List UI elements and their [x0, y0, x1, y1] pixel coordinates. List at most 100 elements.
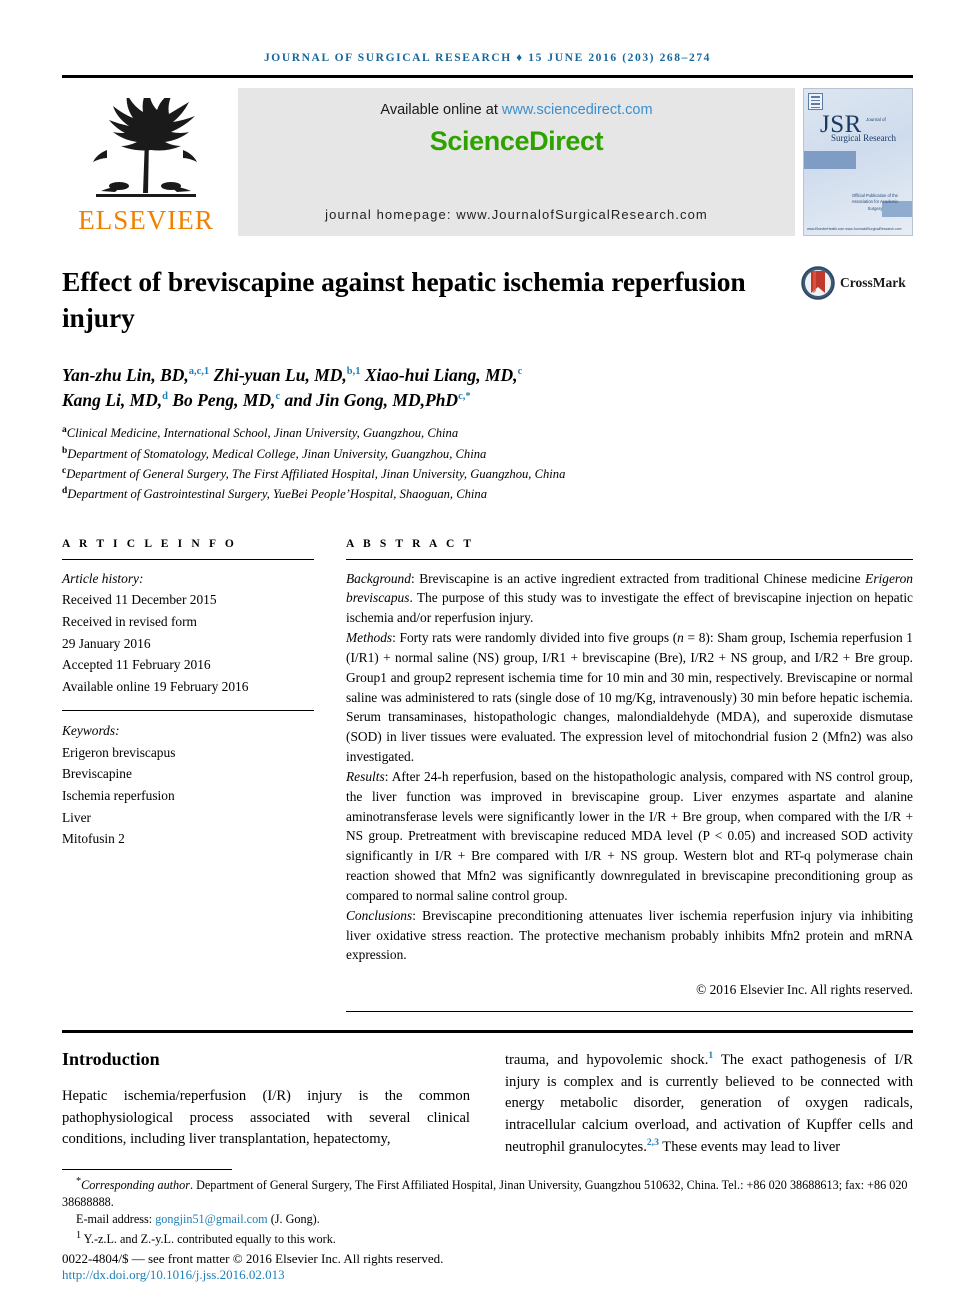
affiliation-d: dDepartment of Gastrointestinal Surgery,… — [62, 484, 913, 504]
available-online-text: Available online at — [380, 102, 502, 118]
elsevier-tree-icon — [93, 98, 197, 197]
running-head: Journal of Surgical Research ♦ 15 June 2… — [263, 52, 712, 64]
keyword-2: Ischemia reperfusion — [62, 787, 175, 803]
abstract-background-text-a: : Breviscapine is an active ingredient e… — [410, 570, 866, 586]
footnote-rule — [62, 1168, 232, 1170]
doi-link[interactable]: http://dx.doi.org/10.1016/j.jss.2016.02.… — [62, 1267, 285, 1282]
affiliation-a: aClinical Medicine, International School… — [62, 423, 913, 443]
body-columns: Introduction Hepatic ischemia/reperfusio… — [62, 1049, 913, 1159]
abstract-methods-text-b: = 8): Sham group, Ischemia reperfusion 1… — [346, 630, 913, 765]
email-link[interactable]: gongjin51@gmail.com — [155, 1212, 267, 1226]
footnotes: *Corresponding author. Department of Gen… — [62, 1168, 913, 1283]
title-row: Effect of breviscapine against hepatic i… — [62, 264, 913, 337]
article-history-label: Article history: — [62, 570, 144, 586]
crossmark-icon — [801, 266, 835, 300]
available-online-line: Available online at www.sciencedirect.co… — [238, 88, 795, 118]
keywords-rule — [62, 709, 314, 711]
page-title: Effect of breviscapine against hepatic i… — [62, 266, 746, 334]
abstract-body: Background: Breviscapine is an active in… — [346, 560, 913, 966]
abstract-copyright: © 2016 Elsevier Inc. All rights reserved… — [696, 982, 913, 998]
elsevier-wordmark: ELSEVIER — [78, 205, 214, 235]
abstract-background-label: Background — [346, 570, 411, 586]
author-1-sup: a,c,1 — [188, 365, 210, 377]
footnote-email: E-mail address: gongjin51@gmail.com (J. … — [62, 1211, 913, 1228]
cover-bar-left — [804, 151, 856, 169]
introduction-paragraph-right: trauma, and hypovolemic shock.1 The exac… — [505, 1049, 913, 1159]
author-6: and Jin Gong, MD,PhD — [280, 389, 459, 410]
abstract-conclusions-text: : Breviscapine preconditioning attenuate… — [346, 907, 913, 963]
author-1: Yan-zhu Lin, BD, — [62, 364, 189, 385]
cover-note: Official Publication of the Association … — [851, 193, 899, 211]
abstract-methods: Methods: Forty rats were randomly divide… — [346, 628, 913, 767]
author-2: Zhi-yuan Lu, MD, — [209, 364, 347, 385]
abstract-conclusions: Conclusions: Breviscapine preconditionin… — [346, 906, 913, 965]
keywords-block: Keywords: Erigeron breviscapus Breviscap… — [62, 720, 314, 850]
affiliation-c: cDepartment of General Surgery, The Firs… — [62, 464, 913, 484]
email-label: E-mail address: — [76, 1212, 156, 1227]
article-history: Article history: Received 11 December 20… — [62, 560, 314, 698]
author-4: Kang Li, MD, — [62, 389, 163, 410]
author-6-sup: c,* — [458, 391, 471, 403]
info-abstract-columns: A R T I C L E I N F O Article history: R… — [62, 538, 913, 1013]
keyword-4: Mitofusin 2 — [62, 831, 125, 847]
article-info-heading: A R T I C L E I N F O — [62, 537, 237, 550]
body-top-rule — [62, 1030, 913, 1034]
author-list: Yan-zhu Lin, BD,a,c,1 Zhi-yuan Lu, MD,b,… — [62, 363, 913, 414]
email-suffix: (J. Gong). — [267, 1212, 320, 1227]
corresponding-label: Corresponding author — [81, 1177, 190, 1192]
history-item-2: 29 January 2016 — [62, 635, 151, 651]
publisher-band: ELSEVIER Available online at www.science… — [62, 88, 913, 236]
affiliation-a-text: Clinical Medicine, International School,… — [66, 426, 459, 441]
footnote-corresponding: *Corresponding author. Department of Gen… — [62, 1175, 913, 1212]
issn-line: 0022-4804/$ — see front matter © 2016 El… — [62, 1251, 444, 1266]
affiliation-d-text: Department of Gastrointestinal Surgery, … — [67, 487, 488, 502]
author-5: Bo Peng, MD, — [168, 389, 276, 410]
abstract-methods-text-a: : Forty rats were randomly divided into … — [392, 630, 678, 646]
sciencedirect-banner: Available online at www.sciencedirect.co… — [238, 88, 795, 236]
column-gap — [314, 538, 346, 1013]
doi-line: http://dx.doi.org/10.1016/j.jss.2016.02.… — [62, 1267, 913, 1283]
body-column-left: Introduction Hepatic ischemia/reperfusio… — [62, 1049, 470, 1159]
body-column-gap — [470, 1049, 505, 1159]
cover-subtitle-2: Surgical Research — [831, 133, 897, 143]
author-2-sup: b,1 — [346, 365, 361, 377]
keyword-3: Liver — [62, 809, 91, 825]
author-3-sup: c — [517, 365, 523, 377]
history-item-1: Received in revised form — [62, 614, 197, 630]
affiliation-c-text: Department of General Surgery, The First… — [66, 467, 566, 482]
cover-stamp-icon — [808, 93, 823, 110]
affiliations: aClinical Medicine, International School… — [62, 423, 913, 504]
affiliation-b-text: Department of Stomatology, Medical Colle… — [67, 446, 487, 461]
history-item-4: Available online 19 February 2016 — [62, 679, 249, 695]
history-item-3: Accepted 11 February 2016 — [62, 657, 211, 673]
affiliation-b: bDepartment of Stomatology, Medical Coll… — [62, 444, 913, 464]
cover-footer: www.ElsevierHealth.com www.JournalofSurg… — [807, 226, 902, 231]
elsevier-logo: ELSEVIER — [62, 88, 230, 236]
abstract-background: Background: Breviscapine is an active in… — [346, 569, 913, 628]
author-3: Xiao-hui Liang, MD, — [360, 364, 518, 385]
intro-right-a: trauma, and hypovolemic shock. — [505, 1052, 709, 1069]
keyword-1: Breviscapine — [62, 766, 132, 782]
abstract-methods-label: Methods — [346, 630, 393, 646]
crossmark-badge[interactable]: CrossMark — [801, 264, 913, 300]
journal-homepage[interactable]: journal homepage: www.JournalofSurgicalR… — [238, 207, 795, 222]
crossmark-label: CrossMark — [840, 275, 906, 290]
introduction-heading: Introduction — [62, 1049, 160, 1070]
abstract-column: A B S T R A C T Background: Breviscapine… — [346, 538, 913, 1013]
sciencedirect-link[interactable]: www.sciencedirect.com — [502, 102, 653, 118]
footnote-equal-contribution: 1 Y.-z.L. and Z.-y.L. contributed equall… — [62, 1229, 913, 1248]
citation-2-3[interactable]: 2,3 — [647, 1137, 659, 1148]
abstract-background-text-b: . The purpose of this study was to inves… — [346, 590, 913, 626]
history-item-0: Received 11 December 2015 — [62, 592, 217, 608]
journal-cover-thumbnail: JSR Journal of Surgical Research Officia… — [803, 88, 913, 236]
abstract-results: Results: After 24-h reperfusion, based o… — [346, 767, 913, 906]
equal-text: Y.-z.L. and Z.-y.L. contributed equally … — [81, 1231, 336, 1246]
article-info-column: A R T I C L E I N F O Article history: R… — [62, 538, 314, 1013]
introduction-paragraph-left: Hepatic ischemia/reperfusion (I/R) injur… — [62, 1088, 470, 1148]
body-column-right: trauma, and hypovolemic shock.1 The exac… — [505, 1049, 913, 1159]
abstract-end-rule — [346, 1011, 913, 1013]
sciencedirect-wordmark: ScienceDirect — [429, 126, 604, 156]
abstract-conclusions-label: Conclusions — [346, 907, 413, 923]
abstract-heading: A B S T R A C T — [346, 537, 475, 550]
abstract-results-label: Results — [346, 768, 385, 784]
